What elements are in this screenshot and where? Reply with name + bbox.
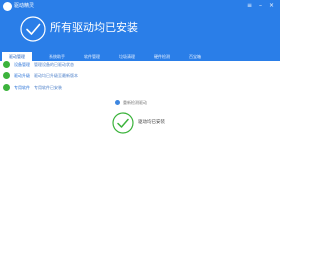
refresh-label: 重新检测驱动 (123, 100, 147, 105)
item-description: 驱动均已升级至最新版本 (34, 73, 78, 78)
item-name: 驱动升级 (14, 73, 30, 78)
minimize-icon[interactable]: – (256, 1, 265, 10)
check-icon (3, 84, 10, 91)
close-icon[interactable]: × (267, 1, 276, 10)
list-item[interactable]: 专用软件 专用软件已安装 (3, 83, 263, 92)
banner-title: 所有驱动均已安装 (50, 21, 138, 34)
item-description: 专用软件已安装 (34, 85, 62, 90)
check-icon (3, 61, 10, 68)
item-description: 管理设备的已驱动状态 (34, 62, 74, 67)
header: 驱动精灵 ≡ – × 所有驱动均已安装 (0, 0, 280, 52)
status-text: 驱动均已安装 (138, 120, 165, 125)
status-check-icon (112, 112, 134, 134)
app-logo-icon (3, 2, 12, 11)
item-name: 设备管理 (14, 62, 30, 67)
item-name: 专用软件 (14, 85, 30, 90)
refresh-link[interactable]: 重新检测驱动 (115, 99, 195, 107)
refresh-icon (115, 100, 120, 105)
check-icon (3, 72, 10, 79)
menu-icon[interactable]: ≡ (245, 1, 254, 10)
success-check-icon (20, 16, 46, 42)
list-item[interactable]: 设备管理 管理设备的已驱动状态 (3, 60, 263, 69)
app-title: 驱动精灵 (14, 3, 35, 9)
list-item[interactable]: 驱动升级 驱动均已升级至最新版本 (3, 71, 263, 80)
